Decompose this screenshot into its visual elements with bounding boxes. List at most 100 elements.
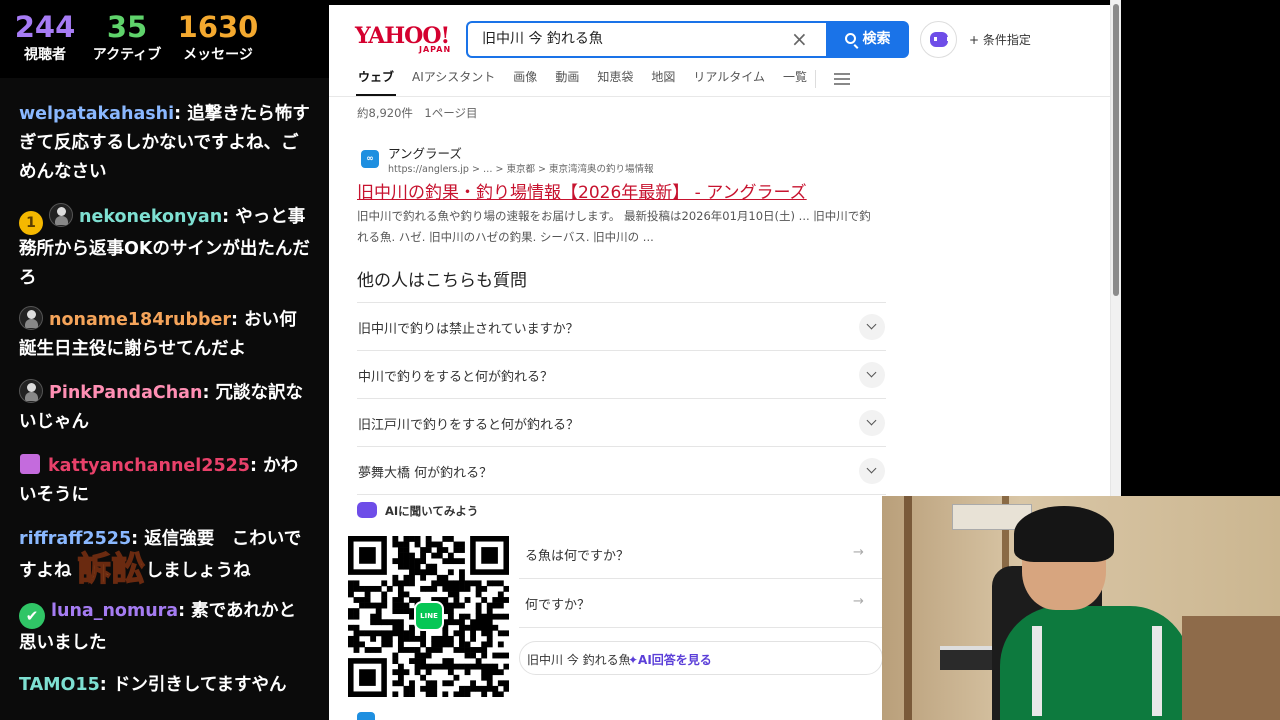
tab-ai-assistant[interactable]: AIアシスタント <box>412 68 495 92</box>
message-count: 1630 メッセージ <box>168 0 268 78</box>
search-box[interactable]: × <box>466 21 828 58</box>
scrollbar-thumb[interactable] <box>1113 4 1119 296</box>
chat-message: ✔ luna_nomura: 素であれかと思いました <box>19 597 311 658</box>
ai-assistant-icon[interactable] <box>920 21 957 58</box>
filter-settings-icon[interactable] <box>834 72 850 86</box>
header-divider <box>329 96 1110 97</box>
anglers-favicon-icon: ∞ <box>361 150 379 168</box>
viewer-count-value: 244 <box>14 10 76 44</box>
ai-suggestion-text: 何ですか？ <box>525 598 591 613</box>
tab-maps[interactable]: 地図 <box>651 68 675 92</box>
stream-stats: 244 視聴者 35 アクティブ 1630 メッセージ <box>0 0 329 78</box>
result-url[interactable]: https://anglers.jp > … > 東京都 > 東京湾湾奥の釣り場… <box>388 161 653 175</box>
search-icon <box>844 33 856 44</box>
result-count: 約8,920件 1ページ目 <box>357 106 478 120</box>
empty-area <box>1121 0 1280 496</box>
tab-separator <box>815 70 816 88</box>
search-button[interactable]: 検索 <box>826 21 909 58</box>
paa-question[interactable]: 旧中川で釣りは禁止されていますか？ <box>357 302 886 350</box>
chat-message: 1 nekonekonyan: やっと事務所から返事OKのサインが出たんだろ <box>19 203 311 293</box>
gift-icon <box>20 454 40 474</box>
paa-question-text: 旧中川で釣りは禁止されていますか？ <box>358 322 579 337</box>
tab-realtime[interactable]: リアルタイム <box>693 68 765 92</box>
chat-username: welpatakahashi <box>19 104 175 124</box>
paa-question-text: 夢舞大橋 何が釣れる？ <box>358 466 493 481</box>
viewer-count-label: 視聴者 <box>24 47 66 63</box>
tab-images[interactable]: 画像 <box>513 68 537 92</box>
message-count-value: 1630 <box>177 10 259 44</box>
ai-ask-heading: AIに聞いてみよう <box>357 502 478 519</box>
chat-text: しましょうね <box>145 561 251 581</box>
tab-videos[interactable]: 動画 <box>555 68 579 92</box>
next-result-favicon-icon <box>357 712 375 720</box>
verified-icon: ✔ <box>19 603 45 629</box>
chat-message: PinkPandaChan: 冗談な訳ないじゃん <box>19 379 311 437</box>
chat-message: riffraff2525: 返信強要 こわいですよね 訴訟しましょうね <box>19 525 311 586</box>
ai-ask-text: AIに聞いてみよう <box>385 504 479 518</box>
yahoo-logo[interactable]: YAHOO! JAPAN <box>355 24 455 56</box>
chat-message: noname184rubber: おい何誕生日主役に謝らせてんだよ <box>19 306 311 364</box>
paa-question[interactable]: 中川で釣りをすると何が釣れる？ <box>357 350 886 398</box>
message-count-label: メッセージ <box>183 47 253 63</box>
member-badge-icon: 1 <box>19 211 43 235</box>
avatar-icon <box>19 379 43 403</box>
arrow-right-icon: → <box>853 594 864 609</box>
chat-username: TAMO15 <box>19 675 100 695</box>
webcam-feed <box>882 496 1280 720</box>
paa-question-text: 中川で釣りをすると何が釣れる？ <box>358 370 554 385</box>
clear-icon[interactable]: × <box>791 27 808 51</box>
paa-divider <box>357 494 886 495</box>
search-button-label: 検索 <box>862 31 891 47</box>
tab-web[interactable]: ウェブ <box>358 68 394 92</box>
lawsuit-sticker-icon: 訴訟 <box>77 549 146 588</box>
chat-username: nekonekonyan <box>79 207 223 227</box>
active-count-label: アクティブ <box>92 47 162 63</box>
chevron-down-icon[interactable] <box>859 458 885 484</box>
result-site-name[interactable]: アングラーズ <box>388 143 462 162</box>
ai-suggestion-text: る魚は何ですか？ <box>525 549 630 564</box>
tab-chiebukuro[interactable]: 知恵袋 <box>597 68 633 92</box>
chevron-down-icon[interactable] <box>859 362 885 388</box>
browser-top-strip <box>329 0 1110 5</box>
chevron-down-icon[interactable] <box>859 314 885 340</box>
paa-question-text: 旧江戸川で釣りをすると何が釣れる？ <box>358 418 580 433</box>
line-logo-icon: LINE <box>414 601 444 631</box>
tab-list[interactable]: 一覧 <box>783 68 807 92</box>
result-snippet: 旧中川で釣れる魚や釣り場の速報をお届けします。 最新投稿は2026年01月10日… <box>357 209 871 244</box>
chat-username: kattyanchannel2525 <box>48 456 250 476</box>
webcam-shelf <box>1182 616 1280 720</box>
ai-answer-bar[interactable]: 旧中川 今 釣れる魚 ✦AI回答を見る <box>519 641 883 675</box>
avatar-icon <box>19 306 43 330</box>
ai-suggestion[interactable]: 何ですか？ → <box>519 580 883 628</box>
yahoo-logo-sub: JAPAN <box>419 45 452 54</box>
chat-message: kattyanchannel2525: かわいそうに <box>19 452 311 510</box>
active-count: 35 アクティブ <box>86 0 168 78</box>
chat-username: PinkPandaChan <box>49 383 203 403</box>
arrow-right-icon: → <box>853 545 864 560</box>
chat-text: : ドン引きしてますやん <box>99 675 287 695</box>
webcam-door-frame <box>904 496 912 720</box>
avatar-icon <box>49 203 73 227</box>
chat-username: riffraff2525 <box>19 529 132 549</box>
ai-assistant-small-icon <box>357 502 377 518</box>
viewer-count: 244 視聴者 <box>4 0 86 78</box>
webcam-jersey-stripe <box>1032 626 1042 716</box>
result-title-link[interactable]: 旧中川の釣果・釣り場情報【2026年最新】 - アングラーズ <box>357 178 807 203</box>
chat-overlay: 244 視聴者 35 アクティブ 1630 メッセージ welpatakahas… <box>0 0 329 720</box>
chevron-down-icon[interactable] <box>859 410 885 436</box>
people-also-ask-heading: 他の人はこちらも質問 <box>357 271 527 291</box>
chat-username: luna_nomura <box>51 601 179 621</box>
paa-question[interactable]: 旧江戸川で釣りをすると何が釣れる？ <box>357 398 886 446</box>
webcam-keyboard <box>940 646 1000 670</box>
search-input[interactable] <box>482 30 782 46</box>
webcam-jersey-stripe <box>1152 626 1162 716</box>
ai-suggestion[interactable]: る魚は何ですか？ → <box>519 531 883 579</box>
webcam-person-hair <box>1014 506 1114 562</box>
paa-question[interactable]: 夢舞大橋 何が釣れる？ <box>357 446 886 494</box>
ai-answer-link[interactable]: ✦AI回答を見る <box>628 651 712 668</box>
search-conditions-link[interactable]: + 条件指定 <box>969 31 1031 48</box>
chat-username: noname184rubber <box>49 310 232 330</box>
chat-message: welpatakahashi: 追撃きたら怖すぎて反応するしかないですよね、ごめ… <box>19 100 311 187</box>
active-count-value: 35 <box>106 10 148 44</box>
search-tabs: ウェブ AIアシスタント 画像 動画 知恵袋 地図 リアルタイム 一覧 <box>358 68 825 92</box>
